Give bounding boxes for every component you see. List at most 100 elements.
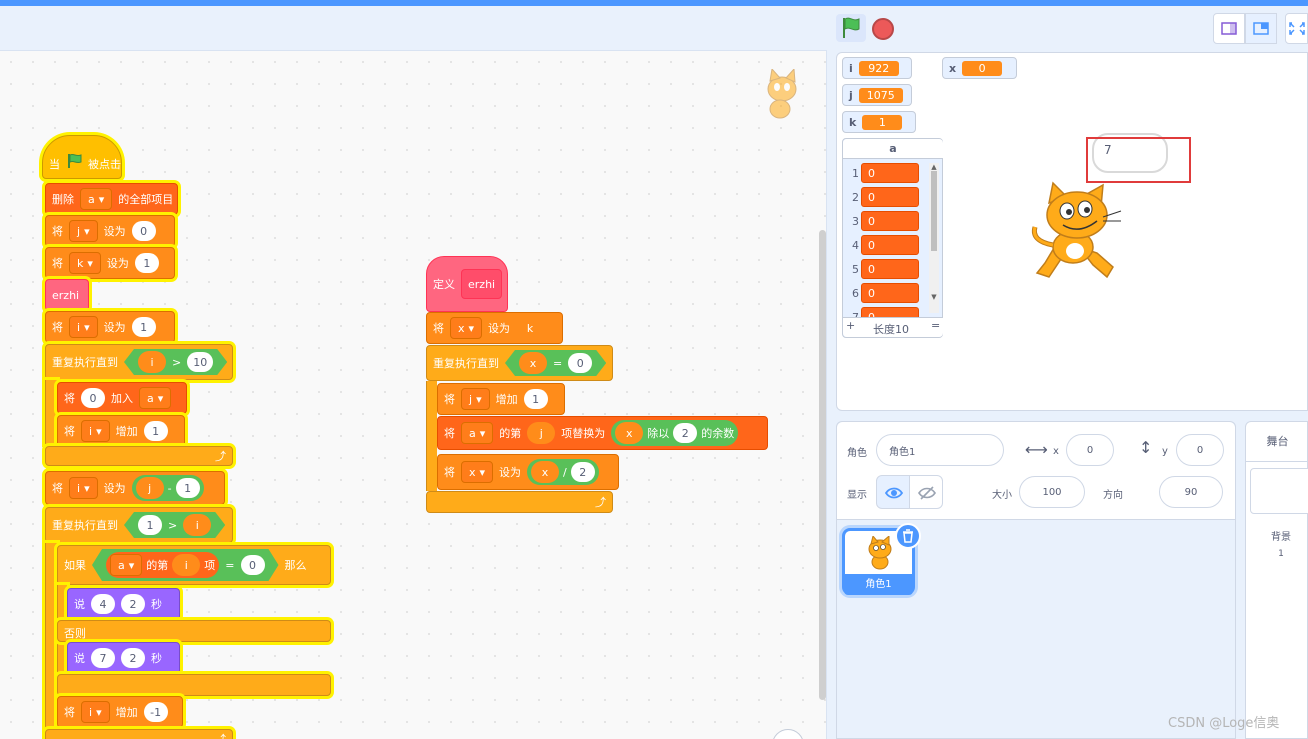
value-input[interactable]: 0 <box>568 353 592 373</box>
cat-sprite[interactable] <box>1027 181 1127 283</box>
value-input[interactable]: 1 <box>134 253 159 273</box>
set-j-block[interactable]: 将 j ▾ 设为 0 <box>45 215 175 247</box>
variable-reporter[interactable]: x <box>615 422 644 444</box>
greater-than-operator[interactable]: 1 > i <box>124 512 225 538</box>
value-input[interactable]: 2 <box>570 462 595 482</box>
fullscreen-button[interactable] <box>1285 13 1308 44</box>
add-to-list-block[interactable]: 将 0 加入 a ▾ <box>57 382 187 414</box>
variable-reporter[interactable]: k <box>516 317 545 339</box>
list-dropdown[interactable]: a ▾ <box>139 387 172 409</box>
list-dropdown[interactable]: a ▾ <box>110 554 142 576</box>
change-i-block-2[interactable]: 将 i ▾ 增加 -1 <box>57 696 183 728</box>
seconds-input[interactable]: 2 <box>121 648 145 668</box>
if-else-block[interactable]: 如果 a ▾ 的第 i 项 = 0 那么 <box>57 545 331 585</box>
text-input[interactable]: 7 <box>91 648 115 668</box>
value-input[interactable]: -1 <box>143 702 168 722</box>
green-flag-button[interactable] <box>836 14 866 42</box>
set-i-block[interactable]: 将 i ▾ 设为 1 <box>45 311 175 343</box>
value-input[interactable]: 1 <box>138 515 162 535</box>
equals-operator[interactable]: x = 0 <box>505 350 606 376</box>
set-x-block-2[interactable]: 将 x ▾ 设为 x / 2 <box>437 454 619 490</box>
variable-monitor-k[interactable]: k 1 <box>842 111 916 133</box>
item-of-list-reporter[interactable]: a ▾ 的第 i 项 <box>106 552 219 578</box>
variable-monitor-x[interactable]: x 0 <box>942 57 1017 79</box>
mod-operator[interactable]: x 除以 2 的余数 <box>611 420 739 446</box>
value-input[interactable]: 1 <box>143 421 168 441</box>
variable-reporter[interactable]: j <box>135 477 164 499</box>
variable-dropdown[interactable]: i ▾ <box>69 477 98 499</box>
greater-than-operator[interactable]: i > 10 <box>124 349 227 375</box>
value-input[interactable]: 0 <box>131 221 156 241</box>
add-item-button[interactable]: + <box>846 319 855 332</box>
value-input[interactable]: 1 <box>175 478 200 498</box>
delete-all-block[interactable]: 删除 a ▾ 的全部项目 <box>45 183 178 215</box>
variable-reporter[interactable]: x <box>519 352 547 374</box>
code-workspace[interactable]: 当 被点击 删除 a ▾ 的全部项目 将 j ▾ 设为 0 将 k ▾ 设为 1 er… <box>0 50 827 739</box>
sprite-name-field[interactable]: 角色1 <box>876 434 1004 466</box>
repeat-until-block-2[interactable]: 重复执行直到 1 > i <box>45 507 233 543</box>
variable-reporter[interactable]: x <box>531 461 560 483</box>
value-input[interactable]: 0 <box>81 388 105 408</box>
workspace-scrollbar[interactable] <box>819 230 826 700</box>
normal-stage-button[interactable] <box>1245 13 1277 44</box>
value-input[interactable]: 0 <box>241 555 265 575</box>
variable-dropdown[interactable]: x ▾ <box>450 317 483 339</box>
value-input[interactable]: 2 <box>673 423 698 443</box>
value-input[interactable]: 1 <box>131 317 156 337</box>
variable-dropdown[interactable]: j ▾ <box>461 388 490 410</box>
define-erzhi-block[interactable]: 定义 erzhi <box>426 256 508 312</box>
variable-reporter[interactable]: i <box>183 514 211 536</box>
repeat-until-block[interactable]: 重复执行直到 i > 10 <box>45 344 233 380</box>
scroll-down-icon[interactable]: ▼ <box>929 293 939 301</box>
when-flag-clicked-block[interactable]: 当 被点击 <box>42 135 122 179</box>
procedure-prototype: erzhi <box>461 269 503 299</box>
zoom-button[interactable] <box>772 729 804 739</box>
list-dropdown[interactable]: a ▾ <box>80 188 113 210</box>
stage-target-pane[interactable]: 舞台 背景 1 <box>1245 421 1308 739</box>
variable-dropdown[interactable]: x ▾ <box>461 461 494 483</box>
y-position-field[interactable]: 0 <box>1176 434 1224 466</box>
set-k-block[interactable]: 将 k ▾ 设为 1 <box>45 247 175 279</box>
variable-reporter[interactable]: j <box>527 422 556 444</box>
replace-item-block[interactable]: 将 a ▾ 的第 j 项替换为 x 除以 2 的余数 <box>437 416 768 450</box>
hide-sprite-button[interactable] <box>909 475 943 509</box>
scroll-up-icon[interactable]: ▲ <box>929 163 939 171</box>
resize-handle[interactable]: = <box>931 319 940 332</box>
variable-dropdown[interactable]: i ▾ <box>81 420 110 442</box>
direction-field[interactable]: 90 <box>1159 476 1223 508</box>
variable-dropdown[interactable]: i ▾ <box>69 316 98 338</box>
small-stage-button[interactable] <box>1213 13 1245 44</box>
variable-dropdown[interactable]: k ▾ <box>69 252 101 274</box>
say-for-secs-block[interactable]: 说 4 2 秒 <box>67 588 180 620</box>
set-x-block[interactable]: 将 x ▾ 设为 k <box>426 312 563 344</box>
call-erzhi-block[interactable]: erzhi <box>45 279 89 311</box>
set-i-block-2[interactable]: 将 i ▾ 设为 j - 1 <box>45 471 225 505</box>
list-monitor-a[interactable]: a 10 20 30 40 50 60 70 ▲ ▼ + 长度10 = <box>842 138 943 338</box>
variable-monitor-j[interactable]: j 1075 <box>842 84 912 106</box>
stop-button[interactable] <box>872 18 894 40</box>
change-j-block[interactable]: 将 j ▾ 增加 1 <box>437 383 565 415</box>
variable-reporter[interactable]: i <box>172 554 200 576</box>
stage-thumbnail[interactable] <box>1250 468 1308 514</box>
variable-reporter[interactable]: i <box>138 351 166 373</box>
variable-dropdown[interactable]: j ▾ <box>69 220 98 242</box>
subtract-operator[interactable]: j - 1 <box>131 475 204 501</box>
variable-monitor-i[interactable]: i 922 <box>842 57 912 79</box>
seconds-input[interactable]: 2 <box>121 594 145 614</box>
variable-dropdown[interactable]: i ▾ <box>81 701 110 723</box>
value-input[interactable]: 1 <box>523 389 548 409</box>
show-sprite-button[interactable] <box>876 475 910 509</box>
delete-sprite-button[interactable] <box>895 523 921 549</box>
repeat-until-block-3[interactable]: 重复执行直到 x = 0 <box>426 345 613 381</box>
divide-operator[interactable]: x / 2 <box>527 459 599 485</box>
list-scrollbar[interactable]: ▲ ▼ <box>929 163 939 313</box>
equals-operator[interactable]: a ▾ 的第 i 项 = 0 <box>92 549 279 581</box>
say-for-secs-block-2[interactable]: 说 7 2 秒 <box>67 642 180 674</box>
scroll-thumb[interactable] <box>931 171 937 251</box>
change-i-block[interactable]: 将 i ▾ 增加 1 <box>57 415 185 447</box>
list-dropdown[interactable]: a ▾ <box>461 422 494 444</box>
size-field[interactable]: 100 <box>1019 476 1085 508</box>
value-input[interactable]: 10 <box>187 352 213 372</box>
text-input[interactable]: 4 <box>91 594 115 614</box>
x-position-field[interactable]: 0 <box>1066 434 1114 466</box>
